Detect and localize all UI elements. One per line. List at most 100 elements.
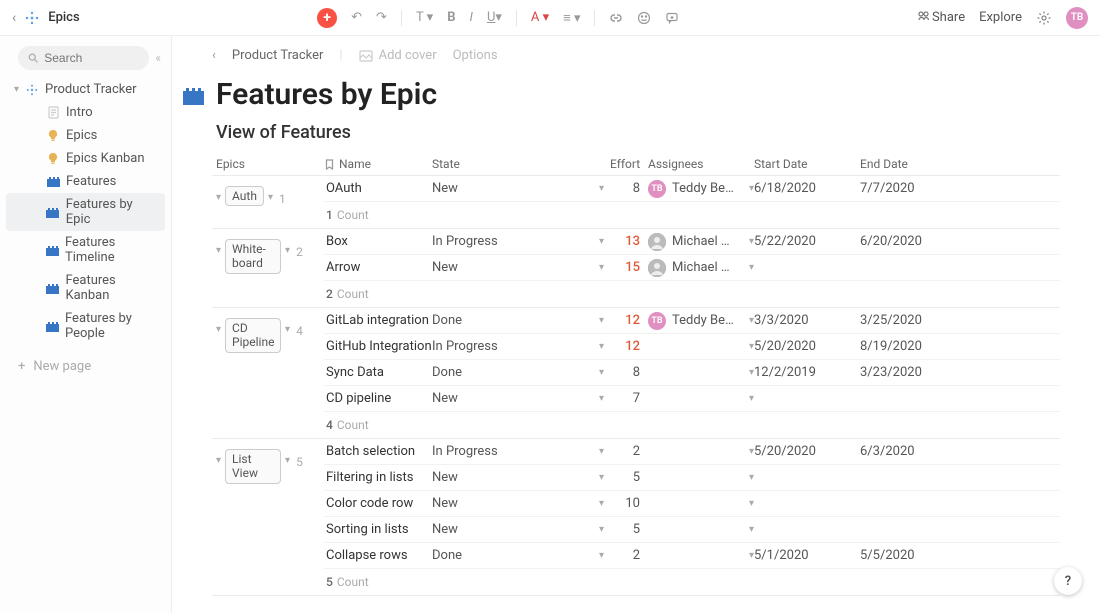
chevron-down-icon[interactable]: ▾ [14, 84, 19, 95]
cell-name[interactable]: Collapse rows [324, 548, 432, 563]
col-assignees[interactable]: Assignees [648, 157, 754, 171]
chevron-down-icon[interactable]: ▾ [599, 341, 604, 352]
table-row[interactable]: Color code rowNew▾10 ▾ [324, 491, 1060, 517]
cell-end[interactable]: 7/7/2020 [860, 181, 968, 196]
breadcrumb-parent[interactable]: Product Tracker [232, 48, 324, 63]
cell-name[interactable]: GitHub Integration [324, 339, 432, 354]
chevron-down-icon[interactable]: ▾ [599, 367, 604, 378]
cell-effort[interactable]: 12 [610, 313, 648, 328]
col-epics[interactable]: Epics [212, 157, 324, 171]
chevron-down-icon[interactable]: ▾ [285, 324, 290, 335]
chevron-down-icon[interactable]: ▾ [285, 245, 290, 256]
cell-state[interactable]: In Progress▾ [432, 444, 610, 459]
chevron-down-icon[interactable]: ▾ [216, 324, 221, 335]
cell-effort[interactable]: 8 [610, 365, 648, 380]
cell-assignee[interactable]: ▾ [648, 472, 754, 483]
user-avatar[interactable]: TB [1066, 7, 1088, 29]
new-page-button[interactable]: + New page [0, 351, 171, 382]
chevron-down-icon[interactable]: ▾ [749, 498, 754, 509]
cell-assignee[interactable]: ▾ [648, 367, 754, 378]
cell-start[interactable]: 5/1/2020 [754, 548, 860, 563]
back-icon[interactable]: ‹ [12, 10, 16, 26]
table-row[interactable]: Batch selectionIn Progress▾2▾5/20/20206/… [324, 439, 1060, 465]
cell-effort[interactable]: 2 [610, 548, 648, 563]
cell-assignee[interactable]: ▾ [648, 341, 754, 352]
table-row[interactable]: ArrowNew▾15Michael Du…▾ [324, 255, 1060, 281]
chevron-down-icon[interactable]: ▾ [268, 192, 273, 203]
settings-icon[interactable] [1036, 10, 1052, 26]
comment-button[interactable] [665, 11, 679, 25]
view-title[interactable]: View of Features [212, 122, 1060, 143]
cell-end[interactable]: 6/20/2020 [860, 234, 968, 249]
cell-effort[interactable]: 10 [610, 496, 648, 511]
cell-assignee[interactable]: TBTeddy Bear▾ [648, 180, 754, 198]
cell-state[interactable]: New▾ [432, 181, 610, 196]
chevron-down-icon[interactable]: ▾ [599, 446, 604, 457]
sidebar-item[interactable]: Epics [6, 124, 165, 147]
cell-state[interactable]: New▾ [432, 260, 610, 275]
chevron-down-icon[interactable]: ▾ [749, 524, 754, 535]
bold-button[interactable]: B [447, 10, 455, 25]
col-start-date[interactable]: Start Date [754, 157, 860, 171]
chevron-down-icon[interactable]: ▾ [285, 455, 290, 466]
chevron-down-icon[interactable]: ▾ [216, 455, 221, 466]
share-button[interactable]: Share [917, 10, 965, 25]
undo-button[interactable]: ↶ [351, 10, 362, 25]
cell-name[interactable]: Arrow [324, 260, 432, 275]
cell-effort[interactable]: 5 [610, 470, 648, 485]
table-row[interactable]: Sync DataDone▾8▾12/2/20193/23/2020 [324, 360, 1060, 386]
cell-effort[interactable]: 2 [610, 444, 648, 459]
page-icon[interactable] [182, 85, 204, 105]
cell-assignee[interactable]: ▾ [648, 524, 754, 535]
workspace-title[interactable]: Epics [48, 10, 79, 25]
cell-effort[interactable]: 7 [610, 391, 648, 406]
chevron-down-icon[interactable]: ▾ [749, 393, 754, 404]
text-color-button[interactable]: A ▾ [531, 10, 549, 25]
breadcrumb-back-icon[interactable]: ‹ [212, 48, 216, 63]
group-chip[interactable]: White-board [225, 239, 281, 274]
collapse-sidebar-icon[interactable]: « [155, 51, 161, 65]
group-chip[interactable]: CD Pipeline [225, 318, 281, 353]
cell-end[interactable]: 5/5/2020 [860, 548, 968, 563]
group-chip[interactable]: Auth [225, 186, 264, 206]
cell-state[interactable]: New▾ [432, 496, 610, 511]
cell-start[interactable]: 12/2/2019 [754, 365, 860, 380]
cell-effort[interactable]: 5 [610, 522, 648, 537]
cell-assignee[interactable]: Michael Du…▾ [648, 259, 754, 277]
link-button[interactable] [609, 11, 623, 25]
group-chip[interactable]: List View [225, 449, 281, 484]
table-row[interactable]: CD pipelineNew▾7▾ [324, 386, 1060, 412]
cell-state[interactable]: New▾ [432, 391, 610, 406]
underline-button[interactable]: U ▾ [487, 10, 502, 25]
cell-state[interactable]: In Progress▾ [432, 339, 610, 354]
cell-assignee[interactable]: ▾ [648, 550, 754, 561]
cell-name[interactable]: Color code row [324, 496, 432, 511]
chevron-down-icon[interactable]: ▾ [599, 262, 604, 273]
chevron-down-icon[interactable]: ▾ [599, 236, 604, 247]
col-end-date[interactable]: End Date [860, 157, 968, 171]
cell-assignee[interactable]: TBTeddy Bear▾ [648, 312, 754, 330]
search-input[interactable] [18, 46, 149, 70]
help-button[interactable]: ? [1054, 567, 1082, 595]
add-cover-button[interactable]: Add cover [359, 48, 437, 63]
page-title[interactable]: Features by Epic [216, 77, 437, 112]
table-row[interactable]: Sorting in listsNew▾5▾ [324, 517, 1060, 543]
emoji-button[interactable] [637, 11, 651, 25]
explore-button[interactable]: Explore [979, 10, 1022, 25]
table-row[interactable]: GitLab integrationDone▾12TBTeddy Bear▾3/… [324, 308, 1060, 334]
cell-effort[interactable]: 8 [610, 181, 648, 196]
cell-end[interactable]: 3/25/2020 [860, 313, 968, 328]
cell-start[interactable]: 5/20/2020 [754, 339, 860, 354]
chevron-down-icon[interactable]: ▾ [599, 524, 604, 535]
sidebar-item[interactable]: Features by People [6, 307, 165, 345]
cell-effort[interactable]: 13 [610, 234, 648, 249]
add-button[interactable]: + [317, 8, 337, 28]
cell-end[interactable]: 6/3/2020 [860, 444, 968, 459]
cell-assignee[interactable]: ▾ [648, 498, 754, 509]
cell-state[interactable]: New▾ [432, 470, 610, 485]
sidebar-item[interactable]: Features [6, 170, 165, 193]
cell-state[interactable]: New▾ [432, 522, 610, 537]
sidebar-item[interactable]: Epics Kanban [6, 147, 165, 170]
sidebar-item[interactable]: Intro [6, 101, 165, 124]
options-button[interactable]: Options [453, 48, 498, 63]
